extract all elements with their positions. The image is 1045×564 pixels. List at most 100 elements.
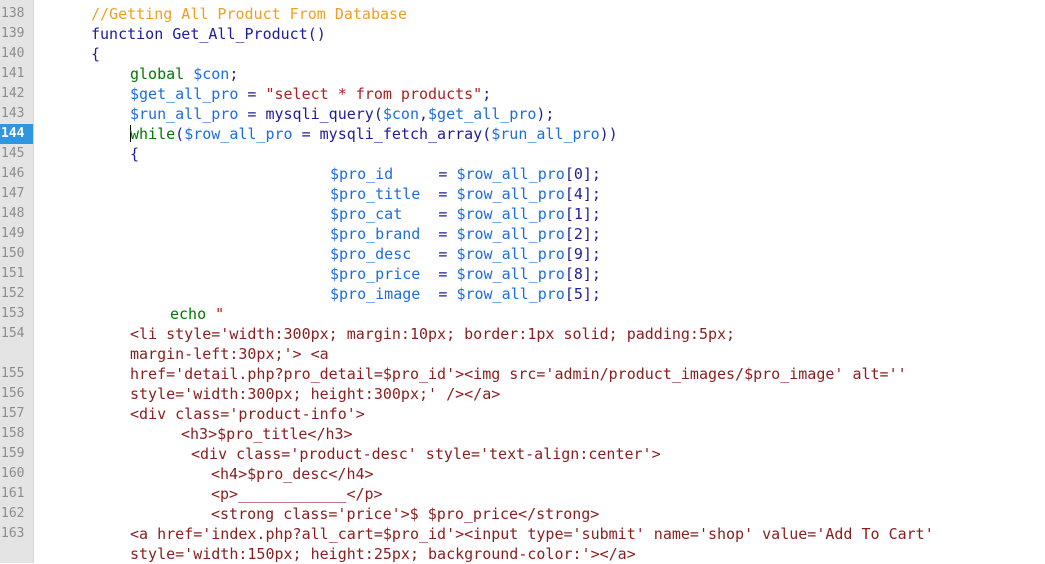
line-number: 145 bbox=[1, 146, 25, 161]
code-line[interactable]: echo " bbox=[170, 304, 224, 324]
line-number: 150 bbox=[1, 246, 25, 261]
code-token: global bbox=[130, 65, 194, 83]
code-line[interactable]: $get_all_pro = "select * from products"; bbox=[130, 84, 491, 104]
line-number: 154 bbox=[1, 326, 25, 341]
line-number: 157 bbox=[1, 406, 25, 421]
code-line[interactable]: $run_all_pro = mysqli_query($con,$get_al… bbox=[130, 104, 554, 124]
line-number: 140 bbox=[1, 46, 25, 61]
code-line[interactable]: { bbox=[130, 144, 139, 164]
code-line[interactable]: $pro_title = $row_all_pro[4]; bbox=[330, 184, 601, 204]
line-number: 149 bbox=[1, 226, 25, 241]
code-token: $row_all_pro bbox=[456, 245, 565, 263]
code-token: <div class='product-info'> bbox=[130, 405, 365, 423]
code-token: [1]; bbox=[564, 205, 601, 223]
code-token: = mysqli_fetch_array( bbox=[292, 125, 492, 143]
code-token: href='detail.php?pro_detail=$pro_id'><im… bbox=[130, 365, 907, 383]
line-number: 163 bbox=[1, 526, 25, 541]
line-number: 161 bbox=[1, 486, 25, 501]
line-number: 162 bbox=[1, 506, 25, 521]
code-line[interactable]: style='width:300px; height:300px;' /></a… bbox=[130, 384, 500, 404]
code-line[interactable]: $pro_cat = $row_all_pro[1]; bbox=[330, 204, 601, 224]
code-token: = bbox=[420, 285, 457, 303]
code-token: $pro_desc bbox=[330, 245, 412, 263]
code-token: = bbox=[420, 185, 457, 203]
code-line[interactable]: <div class='product-desc' style='text-al… bbox=[191, 444, 661, 464]
code-line[interactable]: $pro_desc = $row_all_pro[9]; bbox=[330, 244, 601, 264]
code-token: <p>____________</p> bbox=[211, 485, 383, 503]
code-line[interactable]: <h3>$pro_title</h3> bbox=[181, 424, 353, 444]
code-line[interactable]: $pro_id = $row_all_pro[0]; bbox=[330, 164, 601, 184]
line-number: 158 bbox=[1, 426, 25, 441]
line-number: 155 bbox=[1, 366, 25, 381]
code-token: $row_all_pro bbox=[456, 165, 565, 183]
code-line[interactable]: <li style='width:300px; margin:10px; bor… bbox=[130, 324, 735, 344]
code-line[interactable]: global $con; bbox=[130, 64, 238, 84]
code-token: <li style='width:300px; margin:10px; bor… bbox=[130, 325, 736, 343]
code-line[interactable]: { bbox=[91, 44, 100, 64]
code-token: <div class='product-desc' style='text-al… bbox=[191, 445, 661, 463]
code-token: , bbox=[419, 105, 429, 123]
code-token: ( bbox=[175, 125, 185, 143]
code-token: $pro_cat bbox=[330, 205, 403, 223]
line-number: 153 bbox=[1, 306, 25, 321]
code-line[interactable]: style='width:150px; height:25px; backgro… bbox=[130, 544, 636, 564]
code-token: $row_all_pro bbox=[456, 205, 565, 223]
code-token: = bbox=[420, 225, 457, 243]
line-number: 147 bbox=[1, 186, 25, 201]
code-editor[interactable]: 138 139 140 141 142 143 144 145 146 147 148 149 150 1… bbox=[0, 0, 1045, 563]
code-token: { bbox=[91, 45, 101, 63]
code-token: $pro_image bbox=[330, 285, 421, 303]
code-line[interactable]: <strong class='price'>$ $pro_price</stro… bbox=[211, 504, 599, 524]
code-token: )) bbox=[599, 125, 618, 143]
code-token: $pro_id bbox=[330, 165, 394, 183]
code-line[interactable]: margin-left:30px;'> <a bbox=[130, 344, 329, 364]
code-token: <h3>$pro_title</h3> bbox=[181, 425, 353, 443]
line-number: 144 bbox=[0, 124, 33, 144]
code-token: $run_all_pro bbox=[130, 105, 239, 123]
code-line[interactable]: $pro_brand = $row_all_pro[2]; bbox=[330, 224, 601, 244]
line-number: 156 bbox=[1, 386, 25, 401]
code-token: = bbox=[420, 265, 457, 283]
code-token: //Getting All Product From Database bbox=[91, 5, 408, 23]
code-token: ; bbox=[482, 85, 492, 103]
line-number: 143 bbox=[1, 106, 25, 121]
code-token: margin-left:30px;'> <a bbox=[130, 345, 329, 363]
code-token: [9]; bbox=[564, 245, 601, 263]
code-token: $get_all_pro bbox=[130, 85, 239, 103]
code-token: style='width:150px; height:25px; backgro… bbox=[130, 545, 636, 563]
code-line[interactable]: $pro_image = $row_all_pro[5]; bbox=[330, 284, 601, 304]
code-token: $pro_brand bbox=[330, 225, 421, 243]
code-line[interactable]: <h4>$pro_desc</h4> bbox=[211, 464, 374, 484]
line-number: 142 bbox=[1, 86, 25, 101]
code-token: style='width:300px; height:300px;' /></a… bbox=[130, 385, 501, 403]
code-token: $run_all_pro bbox=[491, 125, 600, 143]
line-number: 138 bbox=[1, 6, 25, 21]
code-line[interactable]: href='detail.php?pro_detail=$pro_id'><im… bbox=[130, 364, 907, 384]
code-token: [2]; bbox=[564, 225, 601, 243]
code-token: ; bbox=[229, 65, 239, 83]
code-token: " bbox=[215, 305, 225, 323]
code-token: $pro_title bbox=[330, 185, 421, 203]
code-line[interactable]: <div class='product-info'> bbox=[130, 404, 365, 424]
code-line[interactable]: while($row_all_pro = mysqli_fetch_array(… bbox=[130, 124, 618, 144]
code-token: $pro_price bbox=[330, 265, 421, 283]
code-token: $get_all_pro bbox=[428, 105, 537, 123]
code-line[interactable]: $pro_price = $row_all_pro[8]; bbox=[330, 264, 601, 284]
code-token: while bbox=[130, 125, 176, 143]
code-line[interactable]: //Getting All Product From Database bbox=[91, 4, 407, 24]
code-token: $row_all_pro bbox=[456, 185, 565, 203]
code-line[interactable]: <a href='index.php?all_cart=$pro_id'><in… bbox=[130, 524, 934, 544]
code-token: $con bbox=[193, 65, 230, 83]
line-number: 139 bbox=[1, 26, 25, 41]
code-line[interactable]: <p>____________</p> bbox=[211, 484, 383, 504]
code-token: echo bbox=[170, 305, 216, 323]
code-token: "select * from products" bbox=[265, 85, 483, 103]
code-token: $row_all_pro bbox=[184, 125, 293, 143]
line-number: 159 bbox=[1, 446, 25, 461]
code-token: = bbox=[411, 245, 457, 263]
code-token: = bbox=[238, 85, 266, 103]
line-number: 152 bbox=[1, 286, 25, 301]
code-token: = bbox=[393, 165, 457, 183]
line-number: 146 bbox=[1, 166, 25, 181]
code-line[interactable]: function Get_All_Product() bbox=[91, 24, 326, 44]
